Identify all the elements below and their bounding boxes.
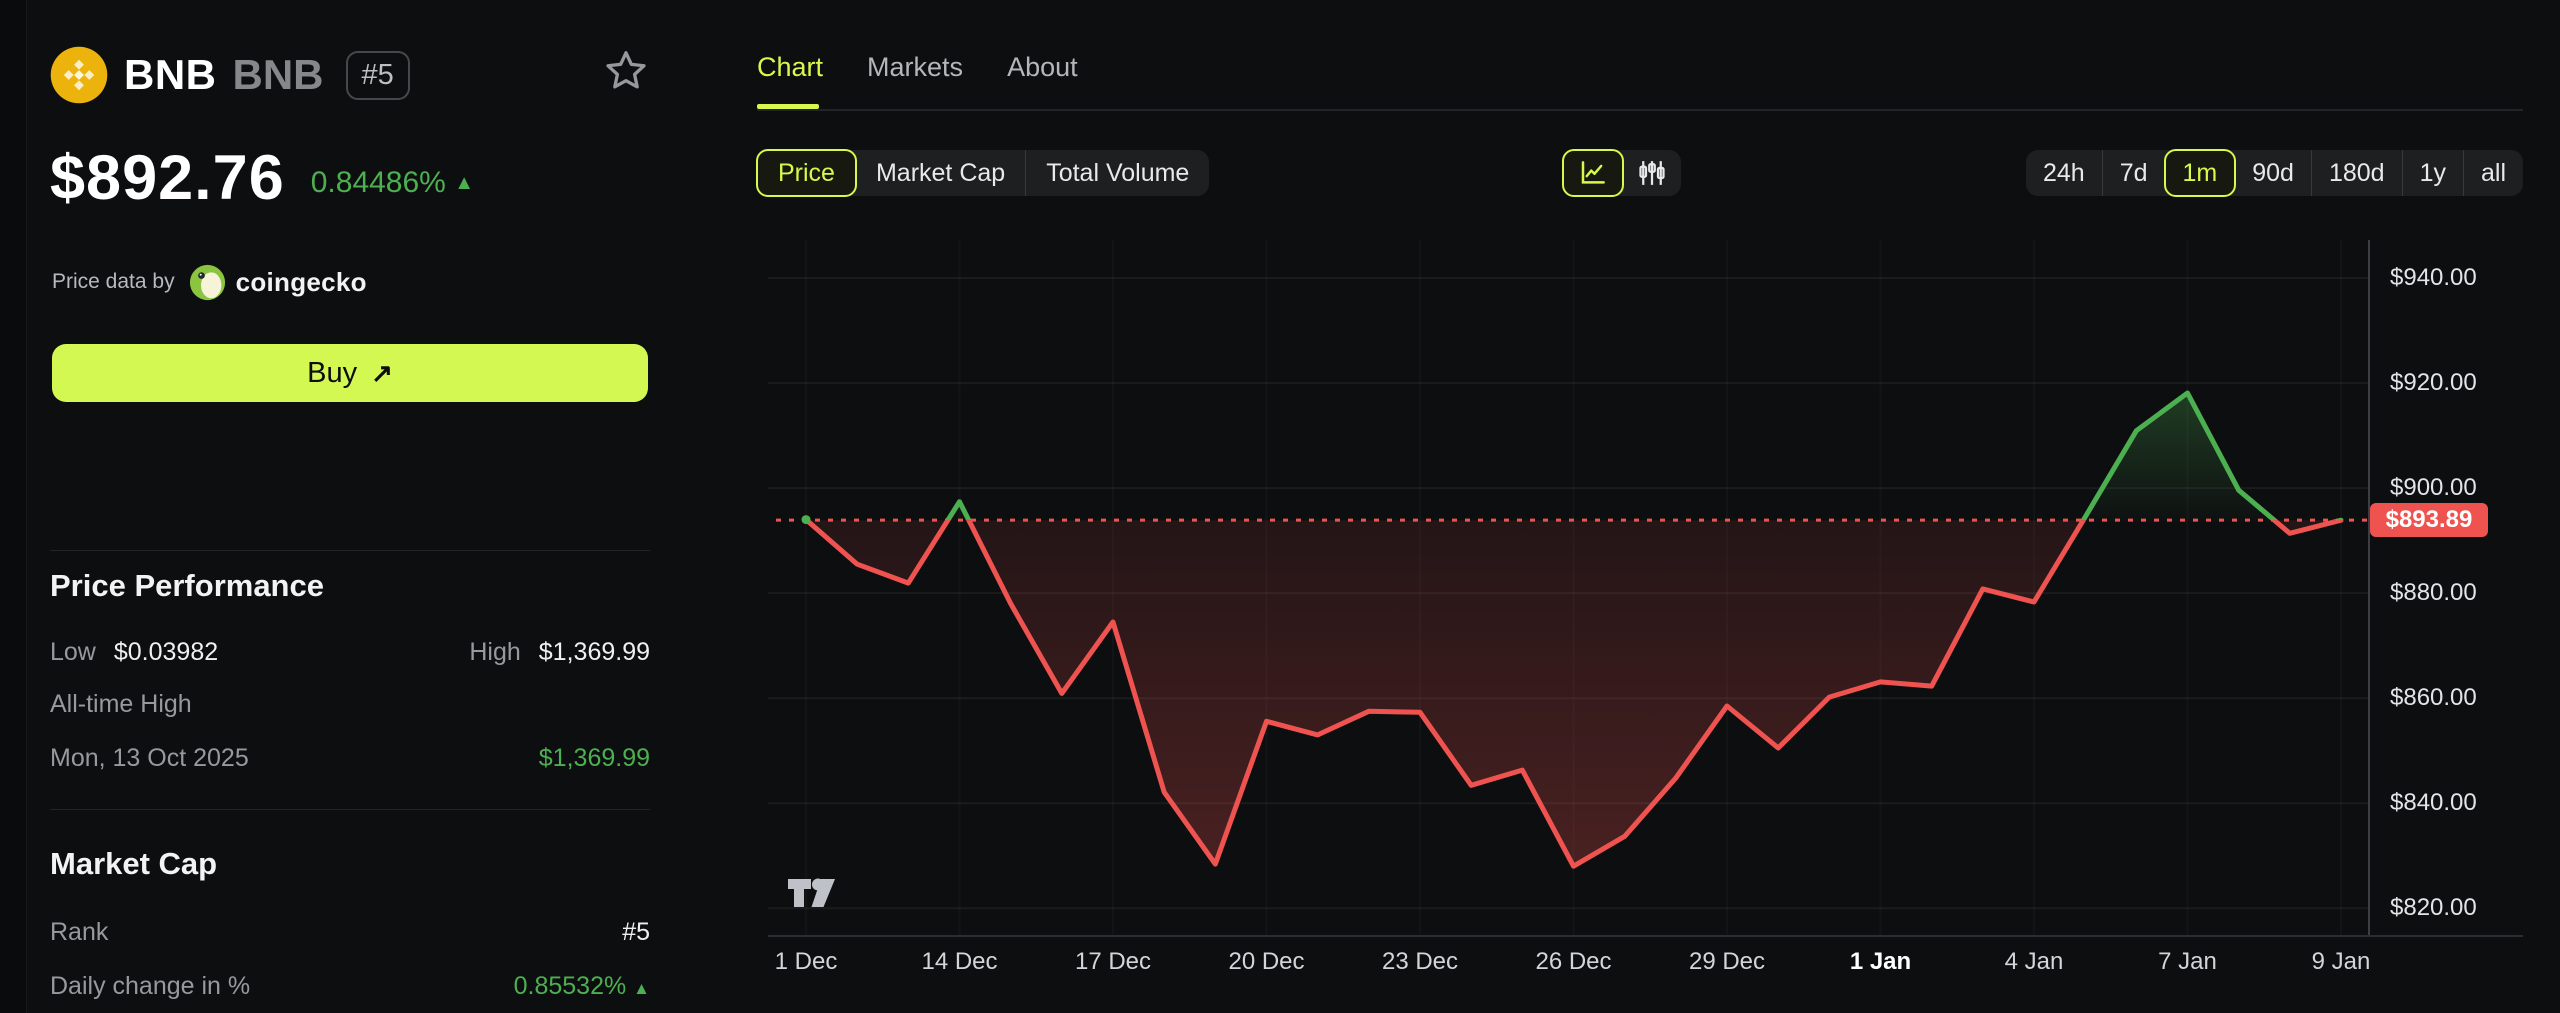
tradingview-logo-icon[interactable] — [786, 870, 848, 914]
coin-ticker: BNB — [233, 51, 324, 99]
daily-change-value: 0.85532% ▲ — [514, 972, 650, 1001]
y-axis-label: $900.00 — [2390, 474, 2477, 502]
up-triangle-icon: ▲ — [633, 979, 650, 998]
price-axis-line — [2368, 240, 2370, 935]
ath-label: All-time High — [50, 690, 192, 719]
coin-sidebar: BNB BNB #5 $892.76 0.84486% ▲ Price data… — [26, 0, 755, 1013]
current-price: $892.76 — [50, 142, 285, 214]
attribution-prefix: Price data by — [52, 270, 175, 294]
range-all-button[interactable]: all — [2463, 150, 2523, 196]
bnb-logo-icon — [50, 46, 108, 104]
ath-value-row: Mon, 13 Oct 2025 $1,369.99 — [50, 744, 650, 773]
metric-toggle: Price Market Cap Total Volume — [757, 150, 1209, 196]
range-180d-button[interactable]: 180d — [2311, 150, 2402, 196]
y-axis-label: $880.00 — [2390, 579, 2477, 607]
line-chart-icon — [1578, 158, 1608, 188]
x-axis-label: 4 Jan — [2005, 948, 2064, 976]
time-axis-line — [768, 935, 2523, 937]
ath-label-row: All-time High — [50, 690, 650, 719]
y-axis-label: $820.00 — [2390, 894, 2477, 922]
y-axis-label: $940.00 — [2390, 264, 2477, 292]
x-axis-label: 23 Dec — [1382, 948, 1458, 976]
x-axis-label: 29 Dec — [1689, 948, 1765, 976]
attribution-provider: coingecko — [236, 267, 367, 298]
x-axis-label: 20 Dec — [1228, 948, 1304, 976]
ath-date: Mon, 13 Oct 2025 — [50, 744, 249, 773]
low-value: $0.03982 — [114, 638, 218, 667]
coin-name: BNB — [124, 51, 217, 99]
metric-price-button[interactable]: Price — [756, 149, 857, 197]
buy-button[interactable]: Buy ↗ — [52, 344, 648, 402]
daily-change-label: Daily change in % — [50, 972, 250, 1001]
x-axis-label: 7 Jan — [2158, 948, 2217, 976]
buy-button-label: Buy — [307, 357, 357, 390]
last-price-tag: $893.89 — [2370, 503, 2488, 537]
y-axis-label: $860.00 — [2390, 684, 2477, 712]
high-value: $1,369.99 — [539, 638, 650, 667]
x-axis-label: 14 Dec — [921, 948, 997, 976]
sidebar-divider — [50, 809, 650, 810]
left-edge-rail — [0, 0, 27, 1013]
y-axis-label: $920.00 — [2390, 369, 2477, 397]
low-label: Low — [50, 638, 96, 667]
x-axis-label: 26 Dec — [1535, 948, 1611, 976]
metric-totalvolume-button[interactable]: Total Volume — [1025, 150, 1209, 196]
rank-label: Rank — [50, 918, 108, 947]
coingecko-logo-icon — [189, 264, 226, 301]
market-cap-title: Market Cap — [50, 846, 217, 882]
chart-type-toggle — [1563, 150, 1681, 196]
ath-value: $1,369.99 — [539, 744, 650, 773]
line-chart-type-button[interactable] — [1562, 149, 1624, 197]
main-tabs: Chart Markets About — [757, 52, 1078, 107]
range-24h-button[interactable]: 24h — [2026, 150, 2102, 196]
range-1m-button[interactable]: 1m — [2164, 149, 2237, 197]
sidebar-divider — [50, 550, 650, 551]
tab-chart[interactable]: Chart — [757, 52, 823, 107]
range-90d-button[interactable]: 90d — [2235, 150, 2311, 196]
range-7d-button[interactable]: 7d — [2102, 150, 2165, 196]
candlestick-icon — [1637, 158, 1667, 188]
x-axis-label: 9 Jan — [2312, 948, 2371, 976]
up-triangle-icon: ▲ — [454, 172, 474, 194]
metric-marketcap-button[interactable]: Market Cap — [856, 150, 1025, 196]
tab-markets[interactable]: Markets — [867, 52, 963, 107]
rank-value: #5 — [622, 918, 650, 947]
range-1y-button[interactable]: 1y — [2402, 150, 2463, 196]
daily-change-number: 0.85532% — [514, 972, 627, 1000]
coin-header: BNB BNB #5 — [50, 46, 410, 104]
price-change-value: 0.84486% — [311, 166, 446, 199]
daily-change-row: Daily change in % 0.85532% ▲ — [50, 972, 650, 1001]
x-axis-label: 1 Dec — [775, 948, 838, 976]
rank-badge: #5 — [346, 51, 410, 100]
price-chart[interactable] — [768, 240, 2368, 935]
price-row: $892.76 0.84486% ▲ — [50, 142, 474, 214]
price-performance-title: Price Performance — [50, 568, 324, 604]
tabs-hairline — [757, 109, 2523, 111]
favorite-star-icon[interactable] — [604, 48, 648, 92]
arrow-up-right-icon: ↗ — [371, 358, 393, 389]
tab-about[interactable]: About — [1007, 52, 1078, 107]
candlestick-chart-type-button[interactable] — [1623, 150, 1681, 196]
x-axis-label: 1 Jan — [1850, 948, 1911, 976]
time-range-toggle: 24h 7d 1m 90d 180d 1y all — [2026, 150, 2523, 196]
price-attribution: Price data by coingecko — [52, 262, 367, 302]
x-axis-label: 17 Dec — [1075, 948, 1151, 976]
low-high-row: Low $0.03982 High $1,369.99 — [50, 638, 650, 667]
high-label: High — [469, 638, 520, 667]
y-axis-label: $840.00 — [2390, 789, 2477, 817]
price-change: 0.84486% ▲ — [311, 166, 474, 200]
rank-row: Rank #5 — [50, 918, 650, 947]
